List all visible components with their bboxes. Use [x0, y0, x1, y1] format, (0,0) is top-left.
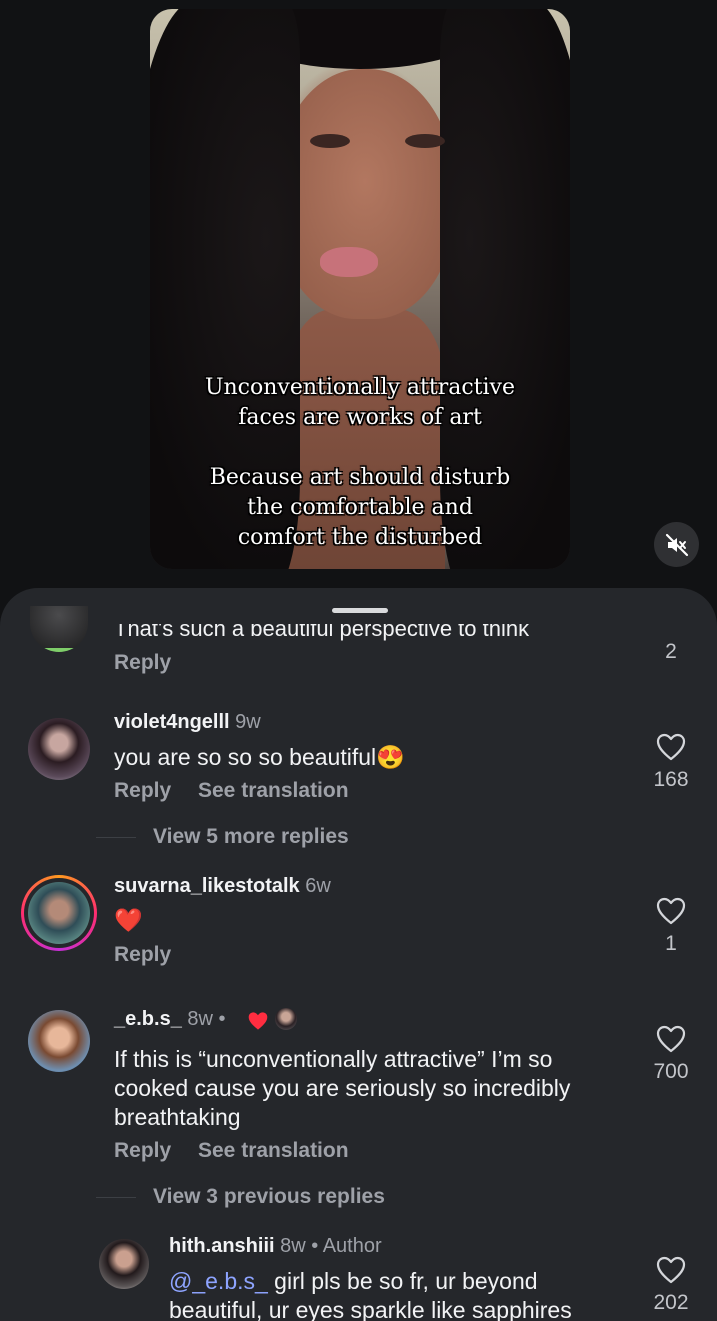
timestamp: 8w: [280, 1235, 306, 1257]
comment-username[interactable]: suvarna_likestotalk 6w: [114, 875, 331, 898]
comment-username[interactable]: hith.anshiii 8w • Author: [169, 1235, 382, 1258]
avatar-story-ring[interactable]: [21, 875, 97, 951]
timestamp: 9w: [235, 711, 261, 733]
reply-button[interactable]: Reply: [114, 651, 171, 675]
mention-link[interactable]: @_e.b.s_: [169, 1268, 268, 1294]
avatar[interactable]: [30, 606, 88, 652]
timestamp: 6w: [305, 875, 331, 897]
like-count: 1: [665, 932, 677, 955]
video-frame-detail: [405, 134, 445, 148]
reel-video[interactable]: Unconventionally attractive faces are wo…: [150, 9, 570, 569]
caption-line: Because art should disturb: [209, 465, 511, 490]
timestamp: 8w: [187, 1008, 213, 1030]
comments-sheet[interactable]: That's such a beautiful perspective to t…: [0, 588, 717, 1321]
comment-body: you are so so so beautiful: [114, 744, 377, 770]
avatar[interactable]: [28, 1010, 90, 1072]
like-heart-icon[interactable]: [656, 733, 686, 761]
avatar[interactable]: [28, 718, 90, 780]
username-label[interactable]: violet4ngelll: [114, 711, 230, 733]
video-frame-detail: [310, 134, 350, 148]
divider: [96, 1197, 136, 1198]
see-translation-button[interactable]: See translation: [198, 1139, 349, 1163]
reply-button[interactable]: Reply: [114, 1139, 171, 1163]
caption-line: the comfortable and: [247, 495, 473, 520]
view-previous-replies-button[interactable]: View 3 previous replies: [153, 1185, 385, 1209]
reply-button[interactable]: Reply: [114, 943, 171, 967]
comment-text: If this is “unconventionally attractive”…: [114, 1046, 571, 1130]
like-heart-icon[interactable]: [656, 897, 686, 925]
caption-line: Unconventionally attractive: [204, 375, 516, 400]
comment-username[interactable]: violet4ngelll 9w: [114, 711, 261, 734]
username-label[interactable]: _e.b.s_: [114, 1008, 182, 1030]
video-caption-top: Unconventionally attractive faces are wo…: [150, 373, 570, 433]
see-translation-button[interactable]: See translation: [198, 779, 349, 803]
like-heart-icon[interactable]: [656, 1025, 686, 1053]
speaker-muted-icon: [665, 533, 688, 556]
comment-text: @_e.b.s_ girl pls be so fr, ur beyond be…: [169, 1267, 619, 1321]
drag-handle[interactable]: [332, 608, 388, 613]
view-more-replies-button[interactable]: View 5 more replies: [153, 825, 349, 849]
like-heart-icon[interactable]: [656, 1256, 686, 1284]
video-frame-detail: [320, 247, 378, 277]
heart-eyes-emoji: 😍: [376, 744, 405, 770]
like-count: 168: [653, 768, 689, 791]
like-count: 700: [653, 1060, 689, 1083]
creator-mini-avatar: [275, 1008, 297, 1030]
video-frame-face: [275, 69, 455, 319]
comment-text: That's such a beautiful perspective to t…: [114, 616, 530, 641]
like-count: 202: [653, 1291, 689, 1314]
username-label[interactable]: suvarna_likestotalk: [114, 875, 300, 897]
author-badge: • Author: [311, 1235, 382, 1257]
comment-text: ❤️: [114, 907, 143, 933]
comment-text: you are so so so beautiful😍: [114, 743, 405, 772]
video-caption-bottom: Because art should disturb the comfortab…: [150, 463, 570, 553]
divider: [96, 837, 136, 838]
avatar[interactable]: [99, 1239, 149, 1289]
caption-line: faces are works of art: [238, 405, 482, 430]
reply-button[interactable]: Reply: [114, 779, 171, 803]
mute-button[interactable]: [654, 522, 699, 567]
separator: •: [218, 1008, 226, 1030]
like-count: 2: [665, 640, 677, 663]
creator-liked-heart-icon: [248, 1012, 268, 1030]
caption-line: comfort the disturbed: [237, 525, 483, 550]
comment-username[interactable]: _e.b.s_ 8w •: [114, 1008, 226, 1031]
username-label[interactable]: hith.anshiii: [169, 1235, 275, 1257]
